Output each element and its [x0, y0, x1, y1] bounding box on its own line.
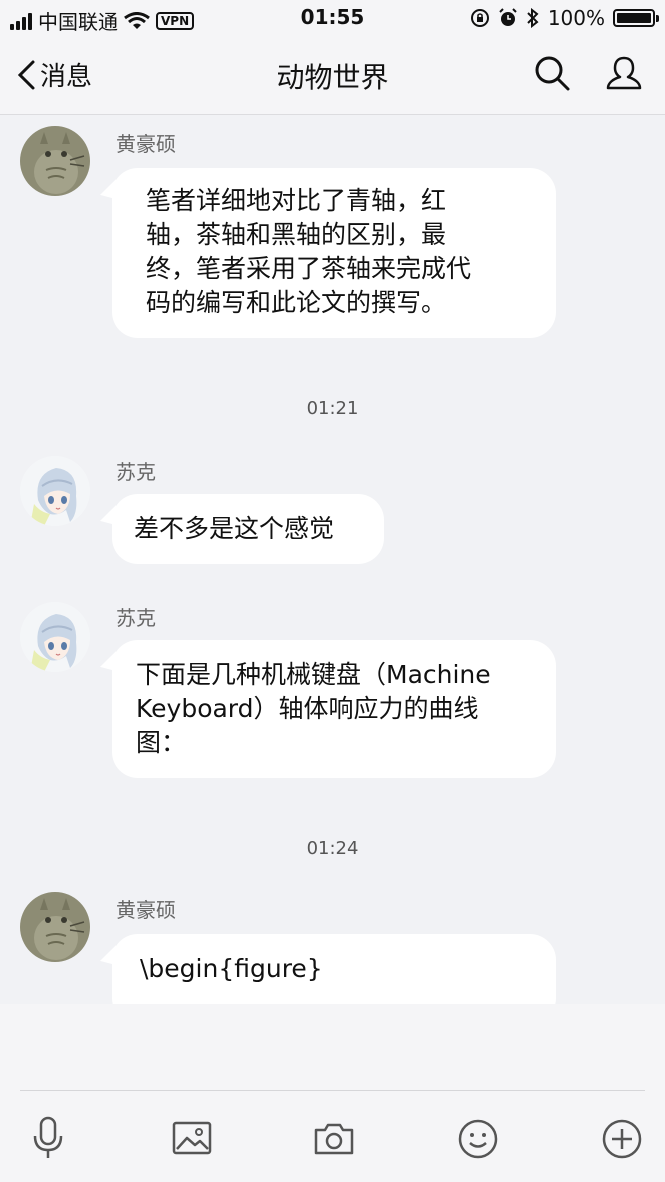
avatar[interactable]	[20, 126, 90, 196]
microphone-icon[interactable]	[26, 1114, 70, 1164]
bluetooth-icon	[527, 8, 539, 28]
emoji-icon[interactable]	[456, 1114, 500, 1164]
avatar[interactable]	[20, 892, 90, 962]
message-bubble[interactable]: 差不多是这个感觉	[112, 494, 384, 564]
camera-icon[interactable]	[312, 1114, 356, 1164]
message-line: 差不多是这个感觉	[134, 514, 335, 543]
message-input[interactable]	[20, 1014, 645, 1091]
message-bubble[interactable]: \begin{figure}	[112, 934, 556, 1004]
sender-name: 苏克	[116, 606, 156, 630]
image-icon[interactable]	[170, 1114, 214, 1164]
message-line: 笔者详细地对比了青轴，红	[146, 186, 447, 215]
sender-name: 黄豪硕	[116, 898, 176, 922]
timestamp: 01:24	[306, 838, 359, 859]
message-line: \begin{figure}	[140, 954, 323, 983]
anime-avatar-image	[20, 456, 90, 526]
message-line: 码的编写和此论文的撰写。	[146, 288, 447, 317]
message-bubble[interactable]: 下面是几种机械键盘（Machine Keyboard）轴体响应力的曲线 图：	[112, 640, 556, 778]
message-bubble[interactable]: 笔者详细地对比了青轴，红 轴，茶轴和黑轴的区别，最 终，笔者采用了茶轴来完成代 …	[112, 168, 556, 338]
avatar[interactable]	[20, 456, 90, 526]
status-right: 100%	[470, 6, 659, 30]
timestamp: 01:21	[306, 398, 359, 419]
orientation-lock-icon	[470, 9, 489, 27]
chat-area[interactable]: 黄豪硕 笔者详细地对比了青轴，红 轴，茶轴和黑轴的区别，最 终，笔者采用了茶轴来…	[0, 114, 665, 1004]
message-item: 苏克 下面是几种机械键盘（Machine Keyboard）轴体响应力的曲线 图…	[0, 590, 665, 790]
message-item: 黄豪硕 \begin{figure}	[0, 878, 665, 1004]
contact-icon[interactable]	[605, 54, 643, 92]
input-area	[0, 1004, 665, 1182]
message-line: 轴，茶轴和黑轴的区别，最	[146, 220, 447, 249]
plus-icon[interactable]	[600, 1114, 644, 1164]
message-item: 苏克 差不多是这个感觉	[0, 444, 665, 574]
status-bar: 中国联通 VPN 01:55 100%	[0, 0, 665, 36]
sender-name: 黄豪硕	[116, 132, 176, 156]
search-icon[interactable]	[533, 54, 571, 92]
battery-icon	[613, 9, 659, 27]
message-item: 黄豪硕 笔者详细地对比了青轴，红 轴，茶轴和黑轴的区别，最 终，笔者采用了茶轴来…	[0, 114, 665, 354]
input-toolbar	[0, 1114, 665, 1174]
totoro-avatar-image	[20, 892, 90, 962]
alarm-icon	[499, 8, 517, 26]
sender-name: 苏克	[116, 460, 156, 484]
totoro-avatar-image	[20, 126, 90, 196]
message-line: Keyboard）轴体响应力的曲线	[136, 694, 479, 723]
message-line: 图：	[136, 728, 187, 757]
anime-avatar-image	[20, 602, 90, 672]
nav-bar: 消息 动物世界	[0, 36, 665, 115]
battery-percent: 100%	[547, 6, 605, 30]
message-line: 终，笔者采用了茶轴来完成代	[146, 254, 472, 283]
message-line: 下面是几种机械键盘（Machine	[136, 660, 491, 689]
avatar[interactable]	[20, 602, 90, 672]
